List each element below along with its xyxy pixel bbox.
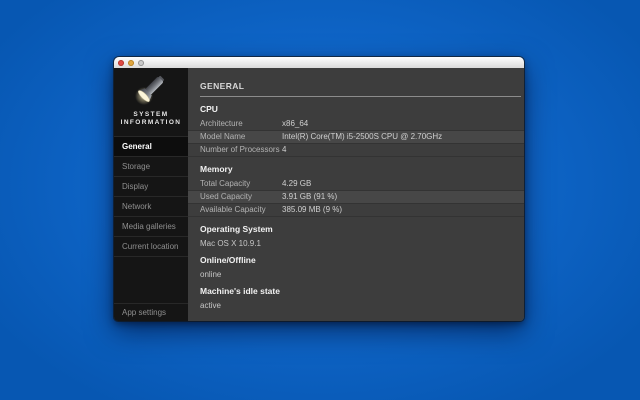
table-row: Model Name Intel(R) Core(TM) i5-2500S CPU… bbox=[188, 131, 524, 144]
row-value: 3.91 GB (91 %) bbox=[282, 192, 338, 201]
main-panel: GENERAL CPU Architecture x86_64 Model Name I… bbox=[188, 68, 524, 321]
sections-container: CPU Architecture x86_64 Model Name Intel(R) … bbox=[188, 105, 524, 310]
zoom-button[interactable] bbox=[138, 59, 144, 66]
row-label: Available Capacity bbox=[200, 205, 266, 214]
sidebar-item-display[interactable]: Display bbox=[114, 177, 188, 197]
section-title: Memory bbox=[200, 164, 233, 174]
desktop-background: SYSTEM INFORMATION General Storage Display… bbox=[0, 0, 640, 400]
row-value: 385.09 MB (9 %) bbox=[282, 205, 343, 214]
row-value: x86_64 bbox=[282, 119, 309, 128]
table-row: Architecture x86_64 bbox=[188, 118, 524, 131]
section-value: online bbox=[200, 270, 222, 279]
sidebar-nav: General Storage Display Network Media galler… bbox=[114, 136, 188, 257]
table-row: Available Capacity 385.09 MB (9 %) bbox=[188, 204, 524, 217]
row-value: 4 bbox=[282, 145, 287, 154]
row-label: Number of Processors bbox=[200, 145, 280, 154]
page-title-divider bbox=[200, 96, 521, 97]
row-label: Total Capacity bbox=[200, 179, 251, 188]
table-row: Used Capacity 3.91 GB (91 %) bbox=[188, 191, 524, 204]
table-row: Total Capacity 4.29 GB bbox=[188, 178, 524, 191]
section-value: active bbox=[200, 301, 221, 310]
sidebar-item-storage[interactable]: Storage bbox=[114, 157, 188, 177]
window-content: SYSTEM INFORMATION General Storage Display… bbox=[114, 68, 524, 321]
section-title: CPU bbox=[200, 104, 218, 114]
window-titlebar[interactable] bbox=[114, 57, 524, 68]
app-title-line1: SYSTEM bbox=[133, 111, 169, 118]
row-label: Used Capacity bbox=[200, 192, 253, 201]
sidebar-item-general[interactable]: General bbox=[114, 137, 188, 157]
app-brand: SYSTEM INFORMATION bbox=[114, 68, 188, 136]
section-table: Total Capacity 4.29 GB Used Capacity 3.91 G… bbox=[188, 178, 524, 217]
system-information-window: SYSTEM INFORMATION General Storage Display… bbox=[114, 57, 524, 321]
row-value: Intel(R) Core(TM) i5-2500S CPU @ 2.70GHz bbox=[282, 132, 443, 141]
app-title-line2: INFORMATION bbox=[120, 119, 182, 126]
flashlight-icon bbox=[135, 75, 165, 105]
close-button[interactable] bbox=[118, 59, 124, 66]
row-value: 4.29 GB bbox=[282, 179, 312, 188]
sidebar-item-network[interactable]: Network bbox=[114, 197, 188, 217]
section-title: Online/Offline bbox=[200, 255, 256, 265]
row-label: Model Name bbox=[200, 132, 246, 141]
section-title: Operating System bbox=[200, 224, 273, 234]
sidebar: SYSTEM INFORMATION General Storage Display… bbox=[114, 68, 188, 321]
section-title: Machine's idle state bbox=[200, 286, 280, 296]
sidebar-item-media-galleries[interactable]: Media galleries bbox=[114, 217, 188, 237]
section-table: Architecture x86_64 Model Name Intel(R) Cor… bbox=[188, 118, 524, 157]
app-title: SYSTEM INFORMATION bbox=[114, 111, 188, 127]
table-row: Number of Processors 4 bbox=[188, 144, 524, 157]
section-value: Mac OS X 10.9.1 bbox=[200, 239, 261, 248]
row-label: Architecture bbox=[200, 119, 243, 128]
sidebar-item-current-location[interactable]: Current location bbox=[114, 237, 188, 257]
page-title: GENERAL bbox=[200, 81, 245, 91]
sidebar-item-app-settings[interactable]: App settings bbox=[114, 303, 188, 321]
minimize-button[interactable] bbox=[128, 59, 134, 66]
